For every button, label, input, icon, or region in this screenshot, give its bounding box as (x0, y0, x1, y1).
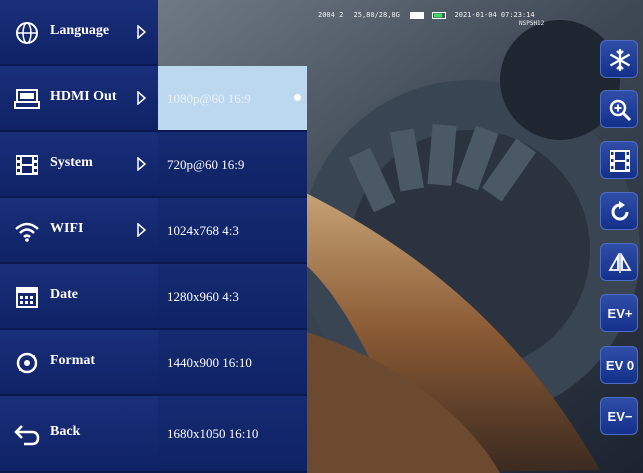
chevron-right-icon (137, 91, 146, 105)
menu-item-label: HDMI Out (50, 89, 117, 104)
menu-item-date[interactable]: Date (0, 264, 158, 330)
battery-level-icon (432, 11, 447, 19)
format-icon (16, 352, 38, 374)
mirror-button[interactable] (600, 243, 638, 281)
battery-icon (410, 11, 425, 19)
menu-item-format[interactable]: Format (0, 330, 158, 396)
resolution-option-label: 1440x900 16:10 (167, 355, 252, 370)
resolution-option-label: 1680x1050 16:10 (167, 426, 259, 441)
menu-item-label: Date (50, 287, 78, 302)
wifi-icon (15, 222, 39, 242)
ev-minus-button[interactable]: EV− (600, 397, 638, 435)
device-model: NSPSH12 (519, 20, 545, 27)
right-toolbar: EV+ EV 0 EV− (594, 30, 643, 473)
calendar-icon (16, 287, 38, 308)
menu-item-wifi[interactable]: WIFI (0, 198, 158, 264)
hdmi-icon (14, 89, 40, 109)
resolution-option-label: 720p@60 16:9 (167, 157, 245, 172)
menu-item-label: Format (50, 353, 96, 368)
back-arrow-icon (14, 425, 40, 446)
settings-menu: Language HDMI Out System WIFI Date Forma… (0, 0, 158, 473)
resolution-option-label: 1080p@60 16:9 (167, 91, 251, 106)
hdmi-resolution-submenu: 1080p@60 16:9 720p@60 16:9 1024x768 4:3 … (158, 66, 307, 473)
chevron-right-icon (137, 157, 146, 171)
ev-zero-label: EV 0 (605, 358, 635, 373)
snowflake-icon (609, 49, 631, 71)
zoom-button[interactable] (600, 90, 638, 128)
ev-minus-label: EV− (607, 409, 633, 424)
status-left-text: 2004 2 (318, 11, 344, 19)
chevron-right-icon (137, 25, 146, 39)
menu-item-back[interactable]: Back (0, 396, 158, 473)
resolution-option[interactable]: 1024x768 4:3 (158, 198, 307, 264)
mirror-flip-icon (608, 252, 632, 273)
menu-item-label: Language (50, 23, 110, 38)
ev-plus-button[interactable]: EV+ (600, 294, 638, 332)
resolution-option[interactable]: 1680x1050 16:10 (158, 396, 307, 473)
globe-icon (16, 22, 38, 44)
film-icon (16, 155, 38, 175)
menu-item-language[interactable]: Language (0, 0, 158, 66)
menu-item-label: WIFI (50, 221, 84, 236)
gallery-button[interactable] (600, 141, 638, 179)
resolution-option-label: 1280x960 4:3 (167, 289, 239, 304)
storage-readout: 25,80/28,8G (353, 11, 400, 19)
zoom-in-icon (609, 99, 632, 122)
rotate-icon (611, 201, 629, 221)
rotate-button[interactable] (600, 192, 638, 230)
menu-item-system[interactable]: System (0, 132, 158, 198)
resolution-option[interactable]: 720p@60 16:9 (158, 132, 307, 198)
datetime-readout: 2021-01-04 07:23:14 (454, 11, 535, 19)
film-icon (610, 150, 630, 172)
ev-zero-button[interactable]: EV 0 (600, 346, 638, 384)
freeze-button[interactable] (600, 40, 638, 78)
selected-indicator-icon (294, 94, 301, 101)
menu-item-hdmi-out[interactable]: HDMI Out (0, 66, 158, 132)
resolution-option-label: 1024x768 4:3 (167, 223, 239, 238)
ev-plus-label: EV+ (607, 306, 633, 321)
chevron-right-icon (137, 223, 146, 237)
menu-item-label: Back (50, 424, 81, 439)
status-bar: 2004 2 25,80/28,8G 2021-01-04 07:23:14 (318, 11, 541, 19)
menu-item-label: System (50, 155, 93, 170)
resolution-option-selected[interactable]: 1080p@60 16:9 (158, 66, 307, 132)
resolution-option[interactable]: 1280x960 4:3 (158, 264, 307, 330)
resolution-option[interactable]: 1440x900 16:10 (158, 330, 307, 396)
